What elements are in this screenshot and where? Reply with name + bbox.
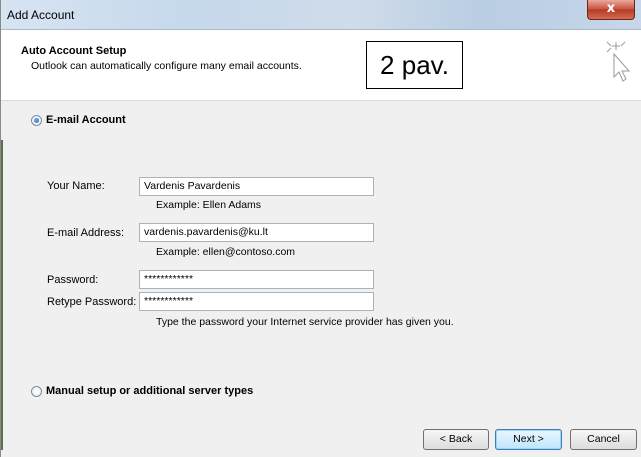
email-address-hint: Example: ellen@contoso.com xyxy=(156,246,296,258)
page-subtitle: Outlook can automatically configure many… xyxy=(31,60,302,72)
password-field[interactable]: ************ xyxy=(139,270,374,289)
manual-setup-label[interactable]: Manual setup or additional server types xyxy=(46,385,253,397)
email-address-field[interactable]: vardenis.pavardenis@ku.lt xyxy=(139,223,374,242)
wizard-header: Auto Account Setup Outlook can automatic… xyxy=(1,30,641,101)
your-name-label: Your Name: xyxy=(47,180,105,192)
cursor-sparkle-icon xyxy=(606,41,631,82)
password-label: Password: xyxy=(47,274,99,286)
email-account-label[interactable]: E-mail Account xyxy=(46,114,126,126)
window-title: Add Account xyxy=(7,8,75,22)
back-button[interactable]: < Back xyxy=(423,429,489,450)
retype-password-field[interactable]: ************ xyxy=(139,292,374,311)
your-name-field[interactable]: Vardenis Pavardenis xyxy=(139,177,374,196)
retype-password-label: Retype Password: xyxy=(47,296,137,308)
cancel-button[interactable]: Cancel xyxy=(570,429,637,450)
close-button[interactable]: x xyxy=(587,0,635,20)
email-address-label: E-mail Address: xyxy=(47,227,125,239)
add-account-dialog: Add Account x Auto Account Setup Outlook… xyxy=(0,0,641,457)
your-name-hint: Example: Ellen Adams xyxy=(156,199,262,211)
next-button[interactable]: Next > xyxy=(495,429,562,450)
manual-setup-radio[interactable] xyxy=(31,386,42,397)
figure-label: 2 pav. xyxy=(366,41,463,89)
email-account-radio[interactable] xyxy=(31,115,42,126)
window-edge xyxy=(1,140,3,450)
password-hint: Type the password your Internet service … xyxy=(156,316,454,328)
title-bar[interactable]: Add Account x xyxy=(1,0,641,30)
page-title: Auto Account Setup xyxy=(21,45,127,57)
